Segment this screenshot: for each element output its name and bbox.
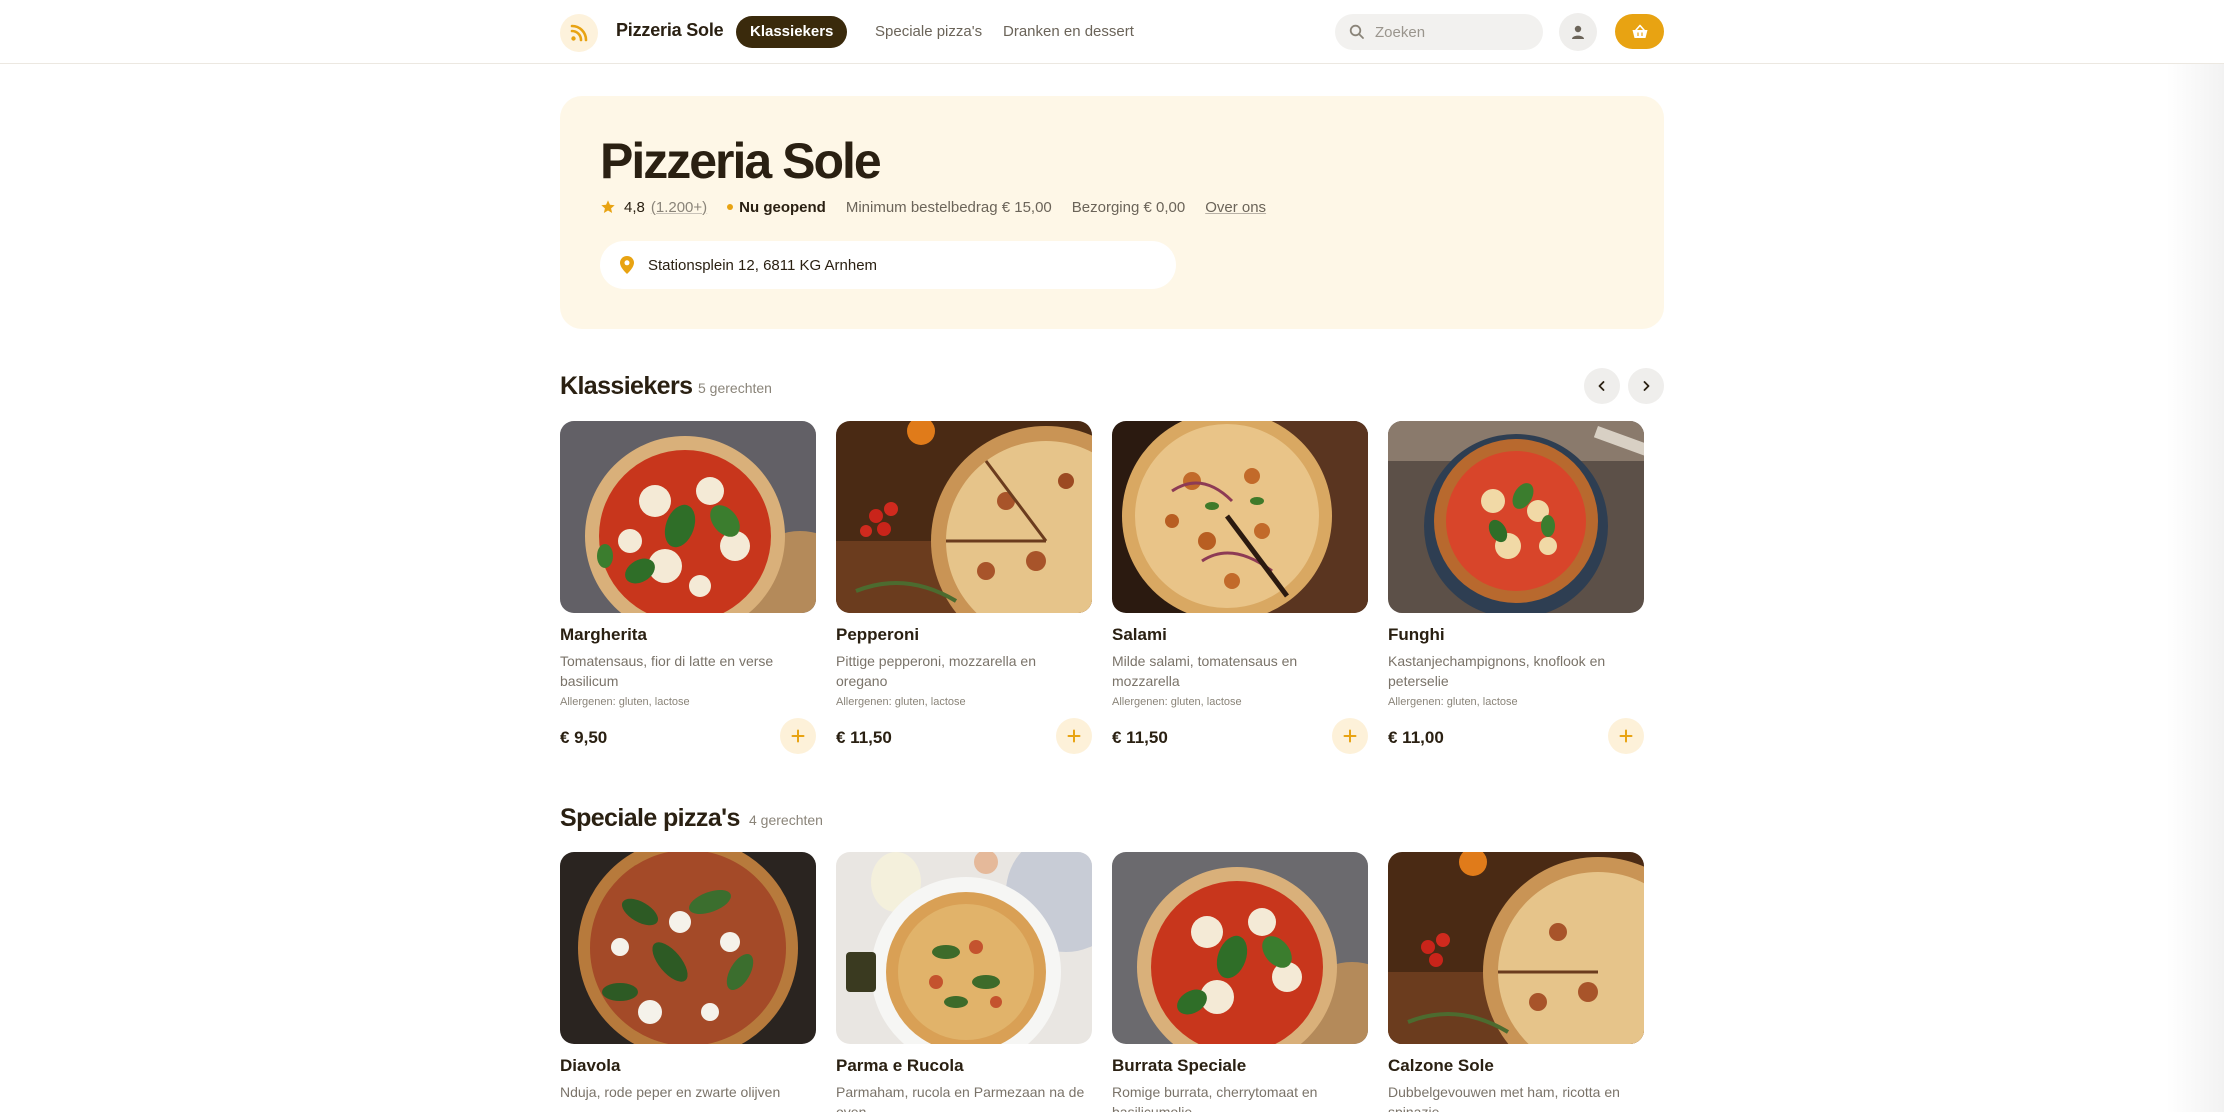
menu-item-description: Dubbelgevouwen met ham, ricotta en spina…	[1388, 1084, 1620, 1112]
brand-name[interactable]: Pizzeria Sole	[616, 20, 724, 41]
section-title-klassiekers: Klassiekers	[560, 372, 693, 400]
rating-value: 4,8	[624, 198, 645, 216]
address-text: Stationsplein 12, 6811 KG Arnhem	[648, 256, 878, 274]
search-input[interactable]	[1375, 14, 1535, 50]
cart-button[interactable]	[1615, 14, 1664, 49]
menu-item-name: Salami	[1112, 625, 1167, 644]
menu-item-price: € 11,00	[1388, 728, 1444, 747]
delivery-fee: Bezorging € 0,00	[1071, 198, 1186, 216]
menu-item-name: Calzone Sole	[1388, 1056, 1494, 1075]
address-pill[interactable]: Stationsplein 12, 6811 KG Arnhem	[600, 241, 1176, 289]
menu-item-description: Kastanjechampignons, knoflook en peterse…	[1388, 653, 1606, 689]
menu-item-allergens: Allergenen: gluten, lactose	[560, 696, 690, 708]
menu-item-name: Funghi	[1388, 625, 1445, 644]
pizza-image-funghi	[1388, 421, 1644, 613]
menu-item-description: Tomatensaus, fior di latte en verse basi…	[560, 653, 774, 689]
menu-item-allergens: Allergenen: gluten, lactose	[1112, 696, 1242, 708]
nav-tab-klassiekers[interactable]: Klassiekers	[736, 16, 848, 48]
search-icon	[1349, 24, 1364, 39]
menu-item-description: Milde salami, tomatensaus en mozzarella	[1112, 653, 1298, 689]
menu-item-description: Nduja, rode peper en zwarte olijven	[560, 1084, 781, 1100]
pizza-image-salami	[1112, 421, 1368, 613]
nav-tab-dranken-en-dessert[interactable]: Dranken en dessert	[989, 16, 1148, 48]
search-box[interactable]	[1335, 14, 1543, 50]
nav-tab-speciale-pizzas[interactable]: Speciale pizza's	[861, 16, 996, 48]
account-button[interactable]	[1559, 13, 1597, 51]
menu-item-name: Margherita	[560, 625, 647, 644]
nav-container: Pizzeria Sole Klassiekers Speciale pizza…	[560, 0, 1664, 64]
add-to-cart-button[interactable]	[1608, 718, 1644, 754]
menu-item-price: € 9,50	[560, 728, 608, 747]
restaurant-meta: 4,8 (1.200+) Nu geopend Minimum bestelbe…	[600, 196, 1266, 218]
location-pin-icon	[620, 256, 634, 274]
menu-item-name: Burrata Speciale	[1112, 1056, 1247, 1075]
pizza-image-burrata-speciale	[1112, 852, 1368, 1044]
plus-icon	[1067, 729, 1081, 743]
user-icon	[1572, 25, 1584, 39]
add-to-cart-button[interactable]	[1332, 718, 1368, 754]
star-icon	[601, 200, 615, 213]
restaurant-hero: Pizzeria Sole 4,8 (1.200+) Nu geopend Mi…	[560, 96, 1664, 329]
menu-item-name: Diavola	[560, 1056, 621, 1075]
logo-icon[interactable]	[560, 14, 598, 52]
menu-item-name: Parma e Rucola	[836, 1056, 964, 1075]
rating-count[interactable]: (1.200+)	[651, 199, 707, 216]
menu-item-allergens: Allergenen: gluten, lactose	[836, 696, 966, 708]
chevron-right-icon	[1643, 381, 1650, 391]
open-status: Nu geopend	[739, 198, 826, 216]
top-navigation-bar: Pizzeria Sole Klassiekers Speciale pizza…	[0, 0, 2224, 64]
restaurant-title: Pizzeria Sole	[600, 133, 882, 189]
about-link[interactable]: Over ons	[1205, 199, 1266, 216]
menu-item-allergens: Allergenen: gluten, lactose	[1388, 696, 1518, 708]
section-count-klassiekers: 5 gerechten	[698, 380, 772, 396]
section-count-speciale-pizzas: 4 gerechten	[749, 812, 823, 828]
menu-item-price: € 11,50	[1112, 728, 1168, 747]
pizza-image-calzone-sole	[1388, 852, 1644, 1044]
add-to-cart-button[interactable]	[780, 718, 816, 754]
menu-item-description: Parmaham, rucola en Parmezaan na de oven	[836, 1084, 1085, 1112]
menu-item-name: Pepperoni	[836, 625, 920, 644]
chevron-left-icon	[1598, 381, 1605, 391]
section-title-speciale-pizzas: Speciale pizza's	[560, 804, 740, 832]
open-status-dot	[727, 204, 734, 210]
plus-icon	[791, 729, 805, 743]
menu-item-description: Pittige pepperoni, mozzarella en oregano	[836, 653, 1037, 689]
page-edge-shadow	[2166, 0, 2224, 1112]
menu-item-price: € 11,50	[836, 728, 892, 747]
pizza-image-parma-e-rucola	[836, 852, 1092, 1044]
minimum-order: Minimum bestelbedrag € 15,00	[845, 198, 1052, 216]
pizza-image-diavola	[560, 852, 816, 1044]
add-to-cart-button[interactable]	[1056, 718, 1092, 754]
basket-icon	[1632, 24, 1647, 38]
plus-icon	[1619, 729, 1633, 743]
pizza-image-pepperoni	[836, 421, 1092, 613]
carousel-next-button[interactable]	[1628, 368, 1664, 404]
carousel-prev-button[interactable]	[1584, 368, 1620, 404]
plus-icon	[1343, 729, 1357, 743]
menu-item-description: Romige burrata, cherrytomaat en basilicu…	[1112, 1084, 1318, 1112]
pizza-image-margherita	[560, 421, 816, 613]
